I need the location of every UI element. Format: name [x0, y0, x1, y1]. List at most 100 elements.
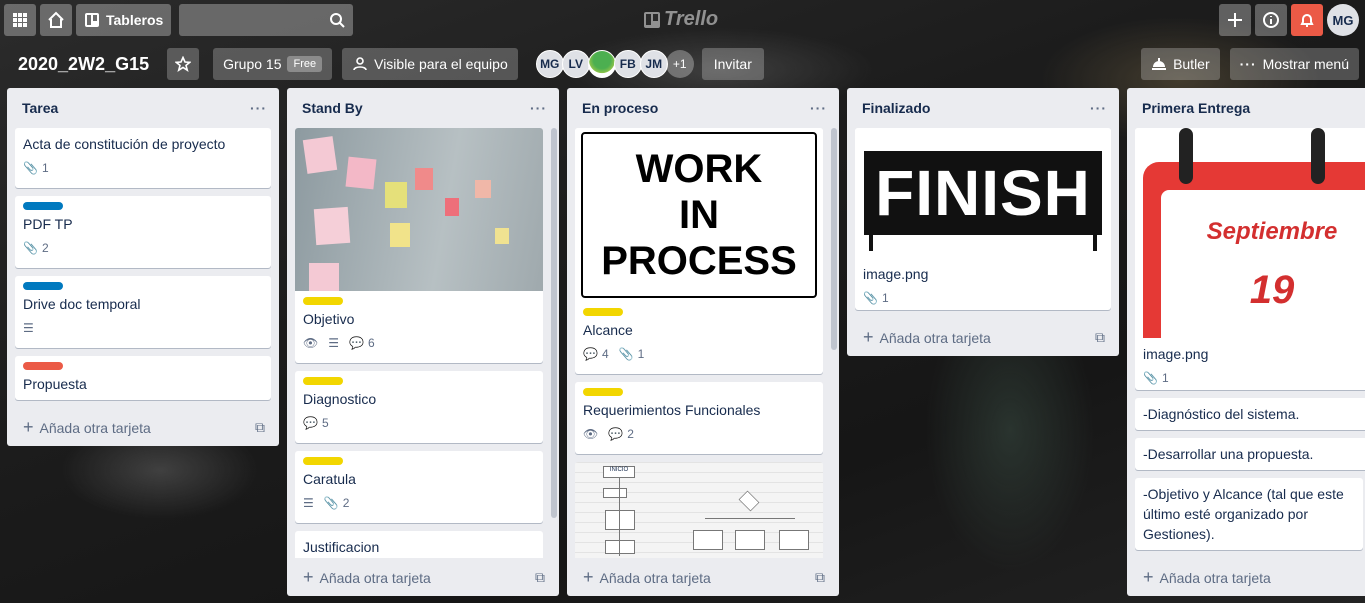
list-title[interactable]: Tarea	[22, 100, 58, 116]
list-header: Primera Entrega	[1127, 88, 1365, 128]
grid-icon	[13, 13, 27, 27]
card-title: Alcance	[583, 322, 633, 338]
card-label-yellow[interactable]	[303, 377, 343, 385]
more-members-button[interactable]: +1	[665, 50, 694, 78]
invite-button[interactable]: Invitar	[701, 48, 764, 80]
team-button[interactable]: Grupo 15 Free	[213, 48, 333, 80]
card-label-blue[interactable]	[23, 282, 63, 290]
add-card-button[interactable]: + Añada otra tarjeta ⧉	[567, 558, 839, 596]
search-icon	[330, 13, 346, 28]
board-members: MG LV FB JM +1	[535, 50, 694, 78]
list-menu-icon[interactable]: ···	[810, 100, 827, 116]
boards-button[interactable]: Tableros	[76, 4, 172, 36]
card[interactable]: PDF TP 📎 2	[15, 196, 271, 268]
card-label-yellow[interactable]	[583, 308, 623, 316]
butler-label: Butler	[1173, 56, 1210, 72]
card-title: -Desarrollar una propuesta.	[1143, 446, 1314, 462]
list-primera-entrega[interactable]: Primera Entrega Septiembre 19 image.png …	[1127, 88, 1365, 596]
card[interactable]: -Diagnóstico del sistema.	[1135, 398, 1365, 430]
list-finalizado[interactable]: Finalizado ··· FINISH image.png 📎 1 + Añad…	[847, 88, 1119, 356]
apps-button[interactable]	[4, 4, 36, 36]
list-scrollbar[interactable]	[831, 128, 837, 350]
add-card-button[interactable]: + Añada otra tarjeta ⧉	[847, 318, 1119, 356]
card[interactable]: INICIO	[575, 462, 823, 558]
card[interactable]: Objetivo 👁 ☰ 💬 6	[295, 128, 543, 363]
card[interactable]: Justificacion	[295, 531, 543, 558]
plus-icon: +	[583, 566, 594, 587]
butler-button[interactable]: Butler	[1141, 48, 1220, 80]
card-label-yellow[interactable]	[583, 388, 623, 396]
calendar-day: 19	[1249, 268, 1295, 312]
info-icon	[1263, 12, 1279, 28]
list-cards: FINISH image.png 📎 1	[847, 128, 1119, 318]
user-avatar[interactable]: MG	[1327, 4, 1359, 36]
work-in-process-cover: WORK IN PROCESS	[575, 128, 823, 302]
add-card-label: Añada otra tarjeta	[879, 329, 991, 346]
attachment-badge: 📎 1	[23, 161, 49, 175]
list-header: En proceso ···	[567, 88, 839, 128]
flowchart-start-box: INICIO	[603, 466, 635, 478]
list-menu-icon[interactable]: ···	[530, 100, 547, 116]
card[interactable]: -Objetivo y Alcance (tal que este último…	[1135, 478, 1363, 550]
comments-badge: 💬 6	[349, 336, 375, 350]
list-scrollbar[interactable]	[551, 128, 557, 518]
list-title[interactable]: En proceso	[582, 100, 658, 116]
card-title: -Diagnóstico del sistema.	[1143, 406, 1300, 422]
list-title[interactable]: Stand By	[302, 100, 363, 116]
home-icon	[48, 11, 64, 28]
search-input[interactable]	[179, 4, 354, 36]
list-menu-icon[interactable]: ···	[1090, 100, 1107, 116]
info-button[interactable]	[1255, 4, 1287, 36]
trello-logo[interactable]: Trello	[644, 8, 718, 31]
card[interactable]: Caratula ☰ 📎 2	[295, 451, 543, 523]
card[interactable]: Propuesta	[15, 356, 271, 400]
list-stand-by[interactable]: Stand By ··· Objetivo 👁 ☰ 💬 6 Diagnostic…	[287, 88, 559, 596]
plus-icon: +	[863, 326, 874, 347]
member-avatar-picture[interactable]	[587, 50, 616, 78]
add-card-button[interactable]: + Añada otra tarjeta ⧉	[7, 408, 279, 446]
bell-icon	[1300, 14, 1314, 27]
visibility-button[interactable]: Visible para el equipo	[342, 48, 518, 80]
card-label-blue[interactable]	[23, 202, 63, 210]
template-icon[interactable]: ⧉	[815, 569, 825, 586]
list-menu-icon[interactable]: ···	[250, 100, 267, 116]
list-title[interactable]: Primera Entrega	[1142, 100, 1250, 116]
description-icon: ☰	[23, 321, 34, 335]
list-en-proceso[interactable]: En proceso ··· WORK IN PROCESS Alcance 💬…	[567, 88, 839, 596]
notifications-button[interactable]	[1291, 4, 1323, 36]
card[interactable]: Requerimientos Funcionales 👁 💬 2	[575, 382, 823, 454]
template-icon[interactable]: ⧉	[535, 569, 545, 586]
star-button[interactable]	[167, 48, 200, 80]
member-avatar-lv[interactable]: LV	[561, 50, 590, 78]
home-button[interactable]	[40, 4, 72, 36]
visibility-label: Visible para el equipo	[374, 56, 508, 72]
card-label-red[interactable]	[23, 362, 63, 370]
card-title: Objetivo	[303, 311, 355, 327]
template-icon[interactable]: ⧉	[255, 419, 265, 436]
show-menu-button[interactable]: ··· Mostrar menú	[1229, 48, 1359, 80]
template-icon[interactable]: ⧉	[1095, 329, 1105, 346]
card[interactable]: FINISH image.png 📎 1	[855, 128, 1111, 310]
create-button[interactable]	[1219, 4, 1251, 36]
card[interactable]: Diagnostico 💬 5	[295, 371, 543, 443]
card-label-yellow[interactable]	[303, 297, 343, 305]
member-avatar-mg[interactable]: MG	[535, 50, 564, 78]
card[interactable]: WORK IN PROCESS Alcance 💬 4 📎 1	[575, 128, 823, 374]
comments-badge: 💬 5	[303, 416, 329, 430]
member-avatar-fb[interactable]: FB	[613, 50, 642, 78]
list-title[interactable]: Finalizado	[862, 100, 930, 116]
card[interactable]: Acta de constitución de proyecto 📎 1	[15, 128, 271, 188]
card[interactable]: Septiembre 19 image.png 📎 1	[1135, 128, 1365, 390]
show-menu-label: Mostrar menú	[1262, 56, 1349, 72]
list-cards: Acta de constitución de proyecto 📎 1 PDF …	[7, 128, 279, 408]
member-avatar-jm[interactable]: JM	[639, 50, 668, 78]
board-title[interactable]: 2020_2W2_G15	[18, 54, 149, 75]
card-title: Propuesta	[23, 376, 87, 392]
card-title: Diagnostico	[303, 391, 377, 407]
card[interactable]: -Desarrollar una propuesta.	[1135, 438, 1365, 470]
add-card-button[interactable]: + Añada otra tarjeta	[1127, 558, 1365, 596]
card-label-yellow[interactable]	[303, 457, 343, 465]
add-card-button[interactable]: + Añada otra tarjeta ⧉	[287, 558, 559, 596]
card[interactable]: Drive doc temporal ☰	[15, 276, 271, 348]
list-tarea[interactable]: Tarea ··· Acta de constitución de proyec…	[7, 88, 279, 446]
